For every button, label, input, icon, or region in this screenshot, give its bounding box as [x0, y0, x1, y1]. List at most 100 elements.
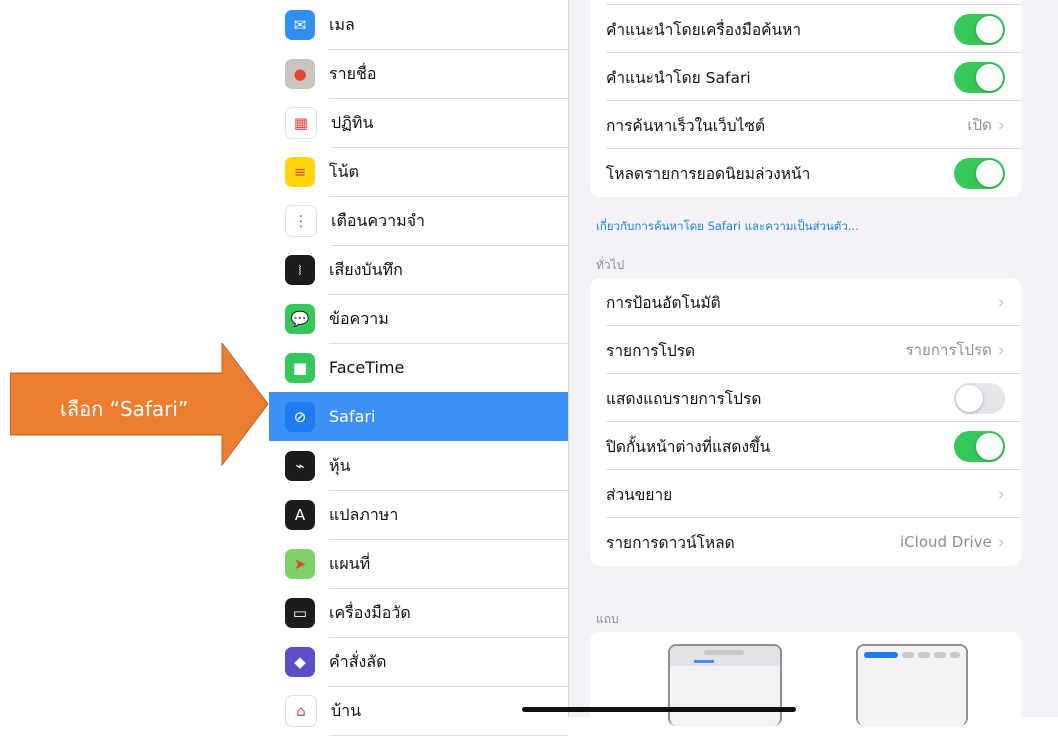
sidebar-item[interactable]: ⧘ เสียงบันทึก — [269, 245, 568, 295]
settings-row-label: ส่วนขยาย — [606, 485, 673, 504]
sidebar-item-label: แปลภาษา — [329, 490, 568, 540]
translate-icon: A — [285, 499, 315, 530]
sidebar-item-label: หุ้น — [329, 441, 568, 491]
chevron-right-icon: › — [997, 483, 1005, 505]
sidebar-item-label: เตือนความจำ — [331, 196, 568, 246]
settings-row[interactable]: ปิดกั้นหน้าต่างที่แสดงขึ้น — [590, 422, 1021, 470]
settings-row-label: โหลดรายการยอดนิยมล่วงหน้า — [606, 164, 811, 183]
toggle-switch[interactable] — [954, 430, 1005, 462]
settings-row-value: iCloud Drive — [900, 533, 992, 551]
settings-row[interactable]: คำแนะนำโดยเครื่องมือค้นหา — [590, 5, 1021, 53]
notes-icon: ≡ — [285, 156, 315, 187]
voice-memos-icon: ⧘ — [285, 254, 315, 285]
settings-sidebar: ✉ เมล ● รายชื่อ ▦ ปฏิทิน ≡ โน้ต ⋮ เตือนความจำ ⧘ เสี… — [250, 0, 569, 736]
chevron-right-icon: › — [997, 339, 1005, 361]
compact-tab-preview — [934, 652, 946, 658]
search-privacy-link[interactable]: เกี่ยวกับการค้นหาโดย Safari และความเป็นส… — [596, 218, 859, 236]
settings-row-label: ปิดกั้นหน้าต่างที่แสดงขึ้น — [606, 437, 771, 456]
settings-row-label: คำแนะนำโดย Safari — [606, 68, 751, 87]
compact-tab-option[interactable] — [856, 644, 968, 726]
sidebar-item[interactable]: ▦ ปฏิทิน — [269, 98, 568, 148]
general-section-header: ทั่วไป — [596, 258, 625, 272]
settings-row-value: เปิด — [967, 116, 992, 134]
general-settings-group: การป้อนอัตโนมัติ › รายการโปรด รายการโปรด › แส… — [590, 278, 1021, 566]
sidebar-item[interactable]: ≡ โน้ต — [269, 147, 568, 197]
tabs-layout-group — [590, 632, 1021, 732]
toggle-knob — [976, 432, 1003, 460]
toggle-knob — [976, 159, 1003, 187]
tab-bar-preview — [670, 646, 780, 666]
tabs-section-header: แถบ — [596, 612, 619, 626]
toggle-switch[interactable] — [954, 157, 1005, 189]
messages-icon: 💬 — [285, 303, 315, 334]
settings-row-value: รายการโปรด — [905, 341, 992, 359]
home-icon: ⌂ — [285, 694, 317, 727]
sidebar-item[interactable]: 💬 ข้อความ — [269, 294, 568, 344]
safari-icon: ⊘ — [285, 401, 315, 432]
sidebar-item-label: โน้ต — [329, 147, 568, 197]
sidebar-item[interactable]: ✉ เมล — [269, 0, 568, 50]
toggle-switch[interactable] — [954, 61, 1005, 93]
sidebar-item[interactable]: ⊘ Safari — [269, 392, 568, 441]
mail-icon: ✉ — [285, 9, 315, 40]
settings-row-label: แสดงแถบรายการโปรด — [606, 389, 762, 408]
toggle-switch[interactable] — [954, 382, 1005, 414]
ipad-screen: ✉ เมล ● รายชื่อ ▦ ปฏิทิน ≡ โน้ต ⋮ เตือนความจำ ⧘ เสี… — [250, 0, 1058, 736]
sidebar-item[interactable]: ■ FaceTime — [269, 343, 568, 393]
sidebar-item-label: เครื่องมือวัด — [329, 588, 568, 638]
sidebar-item-label: ข้อความ — [329, 294, 568, 344]
toggle-knob — [976, 63, 1003, 91]
settings-row-label: คำแนะนำโดยเครื่องมือค้นหา — [606, 20, 802, 39]
settings-row[interactable]: ส่วนขยาย › — [590, 470, 1021, 518]
maps-icon: ➤ — [285, 548, 315, 579]
sidebar-item-label: คำสั่งลัด — [329, 637, 568, 687]
sidebar-item-label: แผนที่ — [329, 539, 568, 589]
settings-row[interactable]: การค้นหาเร็วในเว็บไซต์ เปิด › — [590, 101, 1021, 149]
sidebar-item[interactable]: ▭ เครื่องมือวัด — [269, 588, 568, 638]
sidebar-item-label: เมล — [329, 0, 568, 50]
compact-tab-preview — [902, 652, 914, 658]
calendar-icon: ▦ — [285, 106, 317, 139]
home-indicator[interactable] — [522, 707, 796, 712]
facetime-icon: ■ — [285, 352, 315, 383]
chevron-right-icon: › — [997, 291, 1005, 313]
settings-row[interactable]: การป้อนอัตโนมัติ › — [590, 278, 1021, 326]
settings-row[interactable]: แสดงแถบรายการโปรด — [590, 374, 1021, 422]
chevron-right-icon: › — [997, 114, 1005, 136]
measure-icon: ▭ — [285, 597, 315, 628]
sidebar-item-label: รายชื่อ — [329, 49, 568, 99]
shortcuts-icon: ◆ — [285, 646, 315, 677]
sidebar-item[interactable]: ● รายชื่อ — [269, 49, 568, 99]
settings-row-label: การค้นหาเร็วในเว็บไซต์ — [606, 116, 766, 135]
active-tab-preview — [694, 660, 714, 663]
search-settings-group: คำแนะนำโดยเครื่องมือค้นหาคำแนะนำโดย Safa… — [590, 0, 1021, 197]
sidebar-item-label: ปฏิทิน — [331, 98, 568, 148]
sidebar-item-label: Safari — [329, 407, 376, 426]
sidebar-item[interactable]: ◆ คำสั่งลัด — [269, 637, 568, 687]
toggle-switch[interactable] — [954, 13, 1005, 45]
settings-row[interactable]: คำแนะนำโดย Safari — [590, 53, 1021, 101]
settings-row[interactable]: โหลดรายการยอดนิยมล่วงหน้า — [590, 149, 1021, 197]
toggle-knob — [956, 384, 983, 412]
settings-row-label: รายการดาวน์โหลด — [606, 533, 735, 552]
compact-tab-preview — [950, 652, 960, 658]
compact-active-tab-preview — [864, 652, 898, 658]
toggle-knob — [976, 15, 1003, 43]
settings-row[interactable]: รายการโปรด รายการโปรด › — [590, 326, 1021, 374]
settings-row-label: การป้อนอัตโนมัติ — [606, 293, 721, 312]
sidebar-item[interactable]: ⌁ หุ้น — [269, 441, 568, 491]
chevron-right-icon: › — [997, 531, 1005, 553]
annotation-label: เลือก “Safari” — [60, 397, 189, 421]
stocks-icon: ⌁ — [285, 450, 315, 481]
sidebar-item[interactable]: A แปลภาษา — [269, 490, 568, 540]
settings-row-label: รายการโปรด — [606, 341, 696, 360]
sidebar-item[interactable]: ⋮ เตือนความจำ — [269, 196, 568, 246]
separate-tab-bar-option[interactable] — [668, 644, 782, 726]
contacts-icon: ● — [285, 58, 315, 89]
compact-tab-preview — [918, 652, 930, 658]
reminders-icon: ⋮ — [285, 204, 317, 237]
sidebar-item[interactable]: ➤ แผนที่ — [269, 539, 568, 589]
sidebar-item-label: เสียงบันทึก — [329, 245, 568, 295]
settings-row[interactable]: รายการดาวน์โหลด iCloud Drive › — [590, 518, 1021, 566]
sidebar-item-label: FaceTime — [329, 343, 568, 393]
